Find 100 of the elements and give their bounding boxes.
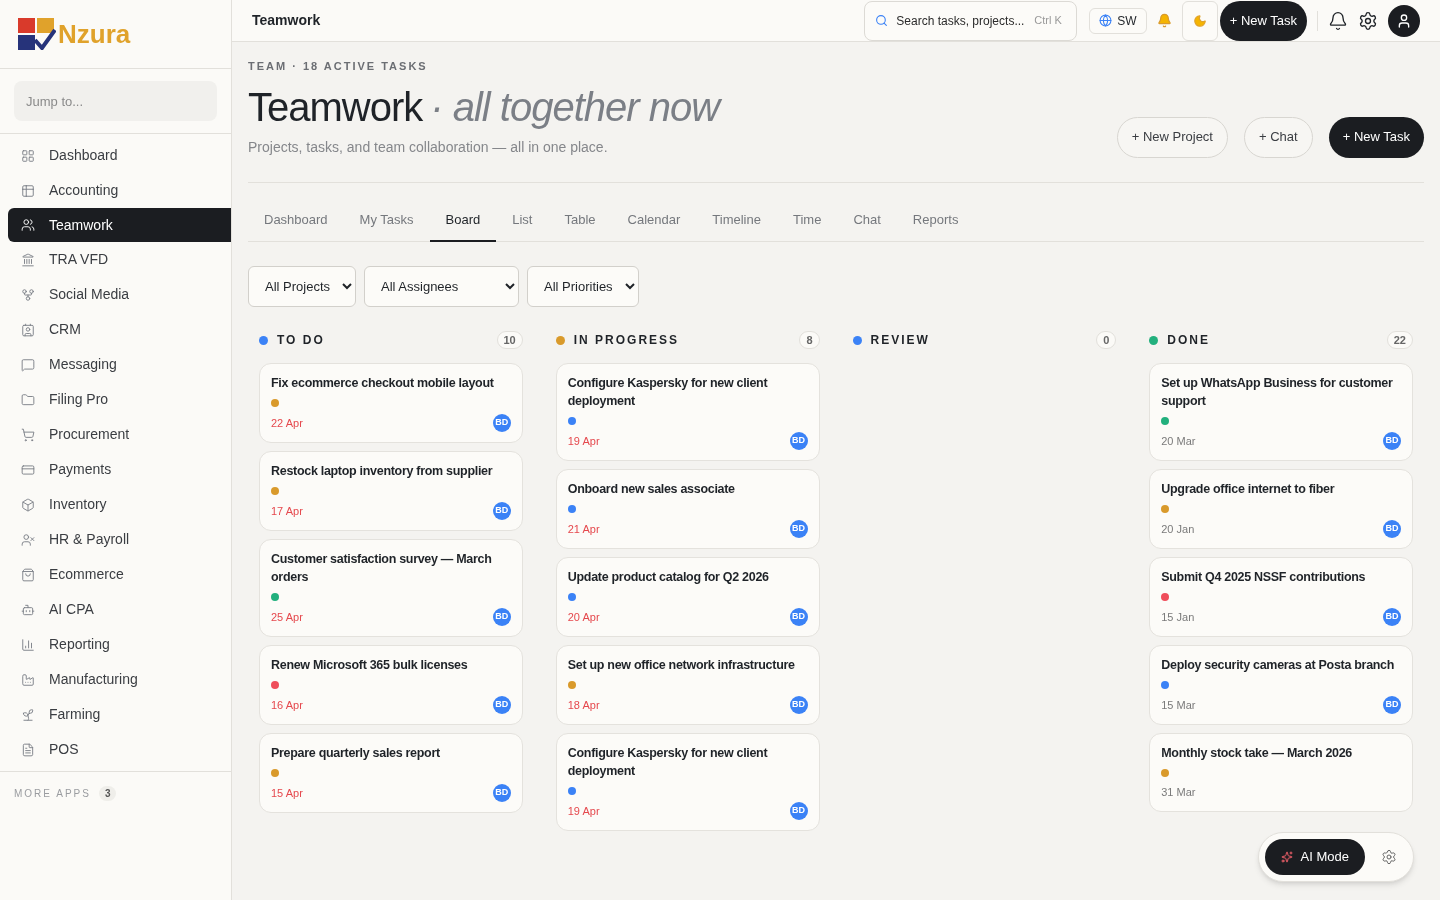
task-card[interactable]: Submit Q4 2025 NSSF contributions 15 Jan BD xyxy=(1149,557,1413,637)
sidebar-item[interactable]: Manufacturing xyxy=(8,662,231,697)
task-card[interactable]: Restock laptop inventory from supplier 17 Apr BD xyxy=(259,451,523,531)
task-card[interactable]: Onboard new sales associate 21 Apr BD xyxy=(555,469,820,549)
sidebar-item[interactable]: Messaging xyxy=(8,347,231,382)
more-apps-count: 3 xyxy=(98,786,117,801)
nav-icon xyxy=(21,532,35,547)
assignee-avatar: BD xyxy=(1383,432,1401,450)
sidebar-item[interactable]: Accounting xyxy=(8,173,231,208)
sidebar-item[interactable]: Reporting xyxy=(8,627,231,662)
new-task-button[interactable]: + New Task xyxy=(1219,0,1307,41)
due-date: 16 Apr xyxy=(271,697,303,713)
nav-icon xyxy=(21,392,35,407)
sidebar-item[interactable]: HR & Payroll xyxy=(8,522,231,557)
nav-icon xyxy=(21,252,35,267)
task-card[interactable]: Configure Kaspersky for new client deployment 19 Apr BD xyxy=(555,363,820,461)
nav-icon xyxy=(21,427,35,442)
task-title: Update product catalog for Q2 2026 xyxy=(567,569,770,586)
assignee-avatar: BD xyxy=(789,608,808,626)
task-card[interactable]: Update product catalog for Q2 2026 20 Apr BD xyxy=(555,557,820,637)
sidebar-item[interactable]: Farming xyxy=(8,697,231,732)
task-card[interactable]: Renew Microsoft 365 bulk licenses 16 Apr BD xyxy=(259,645,523,725)
filter-select[interactable]: All Priorities xyxy=(527,266,639,307)
assignee-avatar: BD xyxy=(1383,696,1401,714)
task-card[interactable]: Fix ecommerce checkout mobile layout 22 Apr BD xyxy=(259,363,523,443)
task-card[interactable]: Upgrade office internet to fiber 20 Jan BD xyxy=(1149,469,1413,549)
language-button[interactable]: SW xyxy=(1089,7,1147,34)
tab[interactable]: Chat xyxy=(837,209,897,241)
tab[interactable]: My Tasks xyxy=(343,209,430,241)
due-date: 20 Apr xyxy=(567,609,600,625)
jump-to-field[interactable]: Jump to... xyxy=(14,81,217,121)
column-count: 22 xyxy=(1386,331,1413,350)
column-count: 8 xyxy=(799,331,820,350)
header-button[interactable]: + New Project xyxy=(1116,116,1228,158)
due-date: 19 Apr xyxy=(567,433,600,449)
task-title: Restock laptop inventory from supplier xyxy=(271,463,494,480)
task-card[interactable]: Configure Kaspersky for new client deployment 19 Apr BD xyxy=(555,733,820,831)
task-card[interactable]: Prepare quarterly sales report 15 Apr BD xyxy=(259,733,523,813)
sidebar-item[interactable]: Ecommerce xyxy=(8,557,231,592)
due-date: 21 Apr xyxy=(567,521,600,537)
nav-icon xyxy=(21,567,35,582)
sidebar-item[interactable]: Teamwork xyxy=(8,208,231,242)
nav-icon xyxy=(21,707,35,722)
notifications-icon[interactable] xyxy=(1328,10,1348,31)
sidebar-item[interactable]: CRM xyxy=(8,312,231,347)
due-date: 22 Apr xyxy=(271,415,303,431)
tab[interactable]: Board xyxy=(429,209,497,242)
header-button[interactable]: + Chat xyxy=(1244,116,1313,158)
sidebar-item[interactable]: Procurement xyxy=(8,417,231,452)
heading-tagline: · all together now xyxy=(430,83,720,131)
tab[interactable]: Timeline xyxy=(696,209,777,241)
sidebar-item[interactable]: Inventory xyxy=(8,487,231,522)
task-card[interactable]: Set up new office network infrastructure 18 Apr BD xyxy=(555,645,820,725)
assignee-avatar: BD xyxy=(789,432,808,450)
task-card[interactable]: Customer satisfaction survey — March orders 25 Apr BD xyxy=(259,539,523,637)
sidebar-item[interactable]: TRA VFD xyxy=(8,242,231,277)
due-date: 17 Apr xyxy=(271,503,303,519)
task-card[interactable]: Monthly stock take — March 2026 31 Mar xyxy=(1149,733,1413,812)
tab[interactable]: Calendar xyxy=(611,209,697,241)
search-input[interactable]: Search tasks, projects... xyxy=(896,11,1027,30)
search-icon xyxy=(875,14,889,27)
description: Projects, tasks, and team collaboration — all in one place. xyxy=(248,137,609,157)
nav-icon xyxy=(21,287,35,302)
column-count: 0 xyxy=(1096,331,1117,350)
task-card[interactable]: Set up WhatsApp Business for customer support 20 Mar BD xyxy=(1149,363,1413,461)
task-title: Configure Kaspersky for new client deployment xyxy=(567,375,769,410)
nav-icon xyxy=(21,183,35,198)
settings-icon[interactable] xyxy=(1358,10,1378,31)
tab[interactable]: Time xyxy=(777,209,838,241)
due-date: 31 Mar xyxy=(1161,785,1196,800)
user-avatar[interactable] xyxy=(1388,4,1420,37)
nav-icon xyxy=(21,602,35,617)
assignee-avatar: BD xyxy=(492,502,511,520)
logo-icon xyxy=(18,18,56,50)
filter-select[interactable]: All Assignees xyxy=(364,266,519,307)
task-title: Customer satisfaction survey — March orders xyxy=(271,551,493,586)
sidebar-item[interactable]: Social Media xyxy=(8,277,231,312)
sidebar-item[interactable]: POS xyxy=(8,732,231,767)
tab[interactable]: Dashboard xyxy=(248,209,344,241)
task-card[interactable]: Deploy security cameras at Posta branch 15 Mar BD xyxy=(1149,645,1413,725)
eyebrow-text: TEAM · 18 ACTIVE TASKS xyxy=(248,59,429,74)
assignee-avatar: BD xyxy=(789,520,808,538)
theme-toggle[interactable] xyxy=(1181,0,1218,41)
header-button[interactable]: + New Task xyxy=(1328,116,1424,158)
nav-icon xyxy=(21,462,35,477)
due-date: 25 Apr xyxy=(271,609,303,625)
task-title: Set up new office network infrastructure xyxy=(567,657,796,674)
sidebar-item[interactable]: AI CPA xyxy=(8,592,231,627)
tab[interactable]: List xyxy=(496,209,549,241)
tab[interactable]: Table xyxy=(548,209,612,241)
task-title: Configure Kaspersky for new client deployment xyxy=(567,745,769,780)
filter-select[interactable]: All Projects xyxy=(248,266,356,307)
nav-icon xyxy=(21,218,35,232)
sidebar-item[interactable]: Filing Pro xyxy=(8,382,231,417)
task-title: Renew Microsoft 365 bulk licenses xyxy=(271,657,469,674)
sidebar-item[interactable]: Dashboard xyxy=(8,138,231,173)
tab[interactable]: Reports xyxy=(896,209,975,241)
assignee-avatar: BD xyxy=(492,696,511,714)
sidebar-item[interactable]: Payments xyxy=(8,452,231,487)
ai-mode-button[interactable]: AI Mode xyxy=(1264,839,1365,875)
